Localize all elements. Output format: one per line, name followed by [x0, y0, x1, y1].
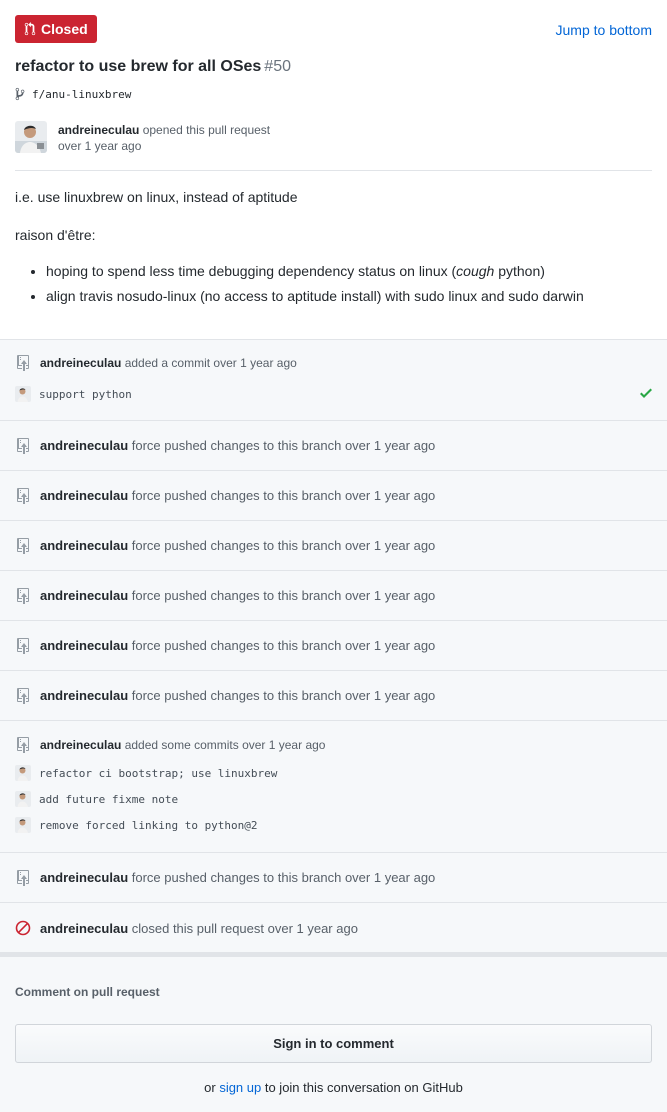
author-link[interactable]: andreineculau [40, 638, 128, 653]
timeline-text: andreineculau force pushed changes to th… [40, 688, 435, 703]
repo-push-icon [15, 736, 31, 753]
list-item-text: python) [494, 263, 545, 279]
sign-in-to-comment-button[interactable]: Sign in to comment [15, 1024, 652, 1063]
author-link[interactable]: andreineculau [40, 870, 128, 885]
timeline-text: andreineculau force pushed changes to th… [40, 870, 435, 885]
timeline-text: andreineculau closed this pull request o… [40, 921, 358, 936]
commit-message[interactable]: remove forced linking to python@2 [39, 819, 258, 832]
state-label: Closed [41, 21, 88, 37]
commit-message[interactable]: add future fixme note [39, 793, 178, 806]
circle-slash-icon [15, 920, 31, 936]
opener-meta: andreineculau opened this pull request o… [58, 121, 270, 154]
author-link[interactable]: andreineculau [40, 356, 121, 370]
avatar[interactable] [15, 817, 31, 833]
repo-push-icon [15, 354, 31, 371]
list-item-text: hoping to spend less time debugging depe… [46, 263, 457, 279]
repo-push-icon [15, 587, 31, 604]
author-link[interactable]: andreineculau [40, 588, 128, 603]
timeline-item-force-push: andreineculau force pushed changes to th… [0, 421, 667, 471]
signup-suffix: to join this conversation on GitHub [261, 1080, 463, 1095]
branch-ref: f/anu-linuxbrew [15, 87, 131, 101]
avatar[interactable] [15, 765, 31, 781]
repo-push-icon [15, 487, 31, 504]
sign-up-link[interactable]: sign up [219, 1080, 261, 1095]
author-link[interactable]: andreineculau [40, 438, 128, 453]
list-item: align travis nosudo-linux (no access to … [46, 286, 652, 306]
timeline-text: andreineculau force pushed changes to th… [40, 588, 435, 603]
timeline-item-force-push: andreineculau force pushed changes to th… [0, 521, 667, 571]
comment-section: Comment on pull request Sign in to comme… [0, 957, 667, 1112]
jump-to-bottom-link[interactable]: Jump to bottom [556, 22, 653, 38]
commit-message[interactable]: refactor ci bootstrap; use linuxbrew [39, 767, 277, 780]
commit-row: refactor ci bootstrap; use linuxbrew [0, 760, 667, 786]
timeline-action: added a commit over 1 year ago [121, 355, 297, 370]
check-icon[interactable] [640, 385, 652, 404]
author-link[interactable]: andreineculau [40, 538, 128, 553]
pr-title: refactor to use brew for all OSes #50 [15, 58, 291, 76]
signup-prefix: or [204, 1080, 220, 1095]
pr-body: i.e. use linuxbrew on linux, instead of … [15, 187, 652, 311]
timeline-item-force-push: andreineculau force pushed changes to th… [0, 853, 667, 903]
list-item: hoping to spend less time debugging depe… [46, 261, 652, 281]
pr-opener: andreineculau opened this pull request o… [15, 121, 270, 154]
commit-message[interactable]: support python [39, 388, 132, 401]
author-link[interactable]: andreineculau [40, 921, 128, 936]
timeline-item-force-push: andreineculau force pushed changes to th… [0, 571, 667, 621]
pr-number: #50 [264, 58, 291, 75]
signup-prompt: or sign up to join this conversation on … [0, 1080, 667, 1095]
timeline-text: andreineculau force pushed changes to th… [40, 638, 435, 653]
author-link[interactable]: andreineculau [40, 688, 128, 703]
author-link[interactable]: andreineculau [40, 738, 121, 752]
timeline-text: andreineculau force pushed changes to th… [40, 488, 435, 503]
author-link[interactable]: andreineculau [58, 123, 139, 137]
timeline-item-commit: andreineculau added a commit over 1 year… [0, 340, 667, 421]
timeline-action: force pushed changes to this branch over… [128, 638, 436, 653]
repo-push-icon [15, 437, 31, 454]
commit-row: add future fixme note [0, 786, 667, 812]
timeline-action: force pushed changes to this branch over… [128, 588, 436, 603]
divider [15, 170, 652, 171]
timeline-action: force pushed changes to this branch over… [128, 538, 436, 553]
timeline: andreineculau added a commit over 1 year… [0, 339, 667, 953]
author-link[interactable]: andreineculau [40, 488, 128, 503]
avatar[interactable] [15, 121, 47, 153]
repo-push-icon [15, 637, 31, 654]
pr-title-text: refactor to use brew for all OSes [15, 58, 262, 75]
state-badge: Closed [15, 15, 97, 43]
timeline-item-closed: andreineculau closed this pull request o… [0, 903, 667, 953]
timeline-text: andreineculau added some commits over 1 … [40, 738, 325, 752]
repo-push-icon [15, 687, 31, 704]
commit-row: support python [0, 381, 667, 407]
timeline-action: closed this pull request over 1 year ago [128, 920, 358, 936]
timeline-text: andreineculau force pushed changes to th… [40, 538, 435, 553]
body-list: hoping to spend less time debugging depe… [15, 261, 652, 306]
timeline-action: force pushed changes to this branch over… [128, 438, 436, 453]
timeline-text: andreineculau force pushed changes to th… [40, 438, 435, 453]
commit-row: remove forced linking to python@2 [0, 812, 667, 838]
list-item-emphasis: cough [456, 263, 495, 279]
body-paragraph: i.e. use linuxbrew on linux, instead of … [15, 189, 298, 205]
timeline-item-commits: andreineculau added some commits over 1 … [0, 721, 667, 853]
timeline-item-force-push: andreineculau force pushed changes to th… [0, 471, 667, 521]
timeline-item-force-push: andreineculau force pushed changes to th… [0, 621, 667, 671]
avatar[interactable] [15, 386, 31, 402]
branch-name[interactable]: f/anu-linuxbrew [32, 88, 131, 101]
avatar[interactable] [15, 791, 31, 807]
timeline-item-header: andreineculau added a commit over 1 year… [0, 340, 667, 385]
pr-header: Closed Jump to bottom [15, 15, 652, 43]
repo-push-icon [15, 869, 31, 886]
timeline-action: added some commits over 1 year ago [121, 737, 326, 752]
timeline-text: andreineculau added a commit over 1 year… [40, 356, 297, 370]
body-paragraph: raison d'être: [15, 227, 96, 243]
git-branch-icon [15, 87, 25, 101]
timeline-action: force pushed changes to this branch over… [128, 488, 436, 503]
opened-text: opened this pull request [142, 123, 271, 137]
repo-push-icon [15, 537, 31, 554]
timeline-action: force pushed changes to this branch over… [128, 870, 436, 885]
opened-time[interactable]: over 1 year ago [58, 138, 270, 154]
timeline-item-force-push: andreineculau force pushed changes to th… [0, 671, 667, 721]
pull-request-icon [24, 22, 36, 36]
comment-heading: Comment on pull request [15, 985, 160, 999]
timeline-action: force pushed changes to this branch over… [128, 688, 436, 703]
